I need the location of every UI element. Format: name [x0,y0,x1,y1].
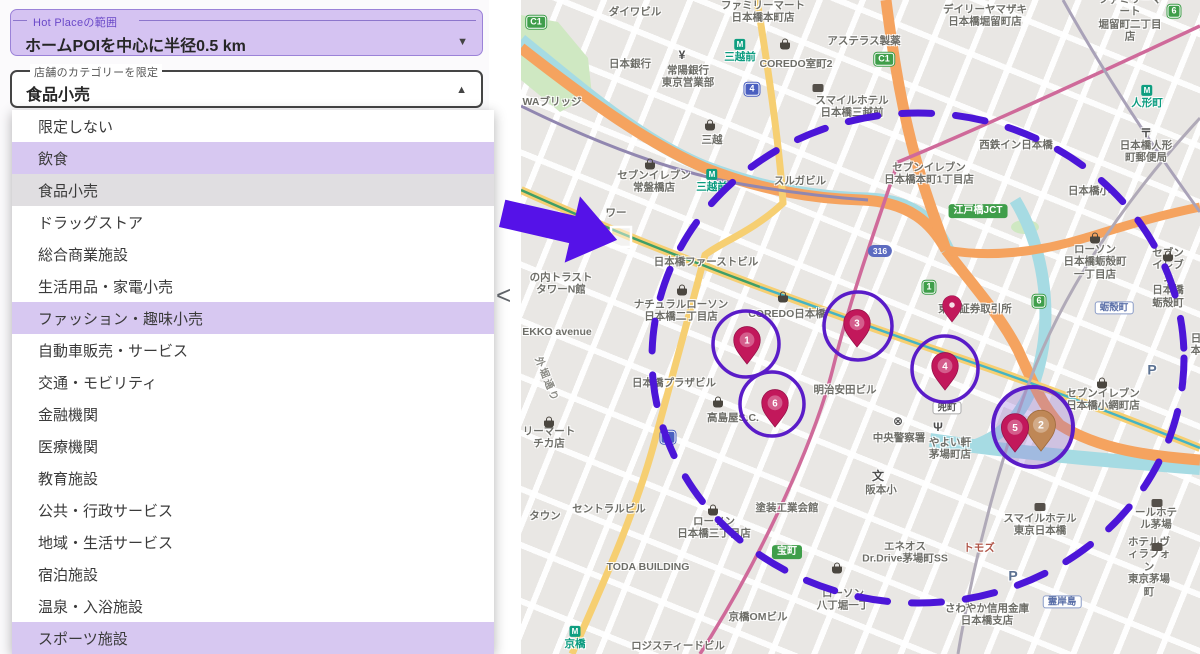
category-option-11[interactable]: 教育施設 [12,462,494,494]
category-option-9[interactable]: 金融機関 [12,398,494,430]
category-select[interactable]: 店舗のカテゴリーを限定 食品小売 ▲ [10,70,483,108]
category-option-1[interactable]: 飲食 [12,142,494,174]
map-pin-6[interactable]: 6 [762,390,789,427]
category-option-14[interactable]: 宿泊施設 [12,558,494,590]
svg-text:6: 6 [772,398,778,409]
category-select-label: 店舗のカテゴリーを限定 [30,64,162,80]
collapse-panel-chevron-icon[interactable]: < [496,280,511,311]
category-option-10[interactable]: 医療機関 [12,430,494,462]
svg-text:2: 2 [1038,419,1044,431]
category-option-4[interactable]: 総合商業施設 [12,238,494,270]
category-option-13[interactable]: 地域・生活サービス [12,526,494,558]
category-options-list: 限定しない飲食食品小売ドラッグストア総合商業施設生活用品・家電小売ファッション・… [12,110,494,654]
svg-text:4: 4 [942,361,948,372]
category-option-15[interactable]: 温泉・入浴施設 [12,590,494,622]
category-option-7[interactable]: 自動車販売・サービス [12,334,494,366]
category-option-8[interactable]: 交通・モビリティ [12,366,494,398]
category-select-value: 食品小売 [26,81,90,105]
svg-text:3: 3 [854,318,860,329]
category-option-5[interactable]: 生活用品・家電小売 [12,270,494,302]
filter-panel: Hot Placeの範囲 ホームPOIを中心に半径0.5 km ▼ 店舗のカテゴ… [0,0,489,654]
map-pin-1[interactable]: 1 [734,327,761,364]
svg-text:1: 1 [744,335,750,346]
caret-up-icon[interactable]: ▲ [456,84,467,96]
map-pin-3[interactable]: 3 [844,310,871,347]
hotplace-range-label: Hot Placeの範囲 [33,14,117,30]
category-option-6[interactable]: ファッション・趣味小売 [12,302,494,334]
category-option-12[interactable]: 公共・行政サービス [12,494,494,526]
radius-dashed-circle [652,113,1184,603]
map-overlay-layer: 2 5 1 3 4 6 [521,0,1200,654]
caret-down-icon[interactable]: ▼ [457,36,468,48]
svg-text:5: 5 [1012,423,1018,434]
map-pin[interactable] [943,296,962,322]
notch-line [13,20,27,21]
home-poi-box [611,227,631,247]
map-pin-4[interactable]: 4 [932,353,959,390]
category-option-0[interactable]: 限定しない [12,110,494,142]
hotplace-range-value: ホームPOIを中心に半径0.5 km [25,32,246,56]
category-option-2[interactable]: 食品小売 [12,174,494,206]
map-canvas[interactable]: ダイワビルファミリーマート 日本橋本町店デイリーヤマザキ 日本橋堀留町店ファミリ… [521,0,1200,654]
category-option-3[interactable]: ドラッグストア [12,206,494,238]
category-option-16[interactable]: スポーツ施設 [12,622,494,654]
notch-line [139,20,476,21]
hotplace-range-select[interactable]: Hot Placeの範囲 ホームPOIを中心に半径0.5 km ▼ [10,9,483,56]
